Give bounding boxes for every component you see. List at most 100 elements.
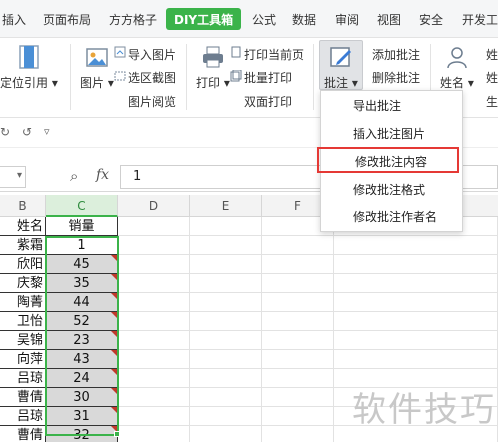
printer-icon[interactable] [200,44,226,70]
name-partial-3[interactable]: 生 [486,93,498,110]
cell-name[interactable]: 欣阳 [0,255,46,274]
cell-name[interactable]: 陶菁 [0,293,46,312]
cell-name[interactable]: 紫霜 [0,236,46,255]
import-picture-button[interactable]: 导入图片 [128,46,176,63]
cell-empty[interactable] [118,293,190,312]
cell-empty[interactable] [190,407,262,426]
cell-empty[interactable] [190,217,262,236]
cell-empty[interactable] [334,331,498,350]
magnifier-icon[interactable]: ⌕ [70,167,78,185]
cell-sales[interactable]: 35 [46,274,118,293]
print-current-page-button[interactable]: 打印当前页 [244,46,304,63]
name-box[interactable]: ▾ [0,166,26,188]
cell-sales[interactable]: 31 [46,407,118,426]
tab-security[interactable]: 安全 [419,11,443,28]
cell-sales[interactable]: 30 [46,388,118,407]
cell-empty[interactable] [262,274,334,293]
name-partial-1[interactable]: 姓 [486,46,498,63]
cell-empty[interactable] [190,388,262,407]
cell-empty[interactable] [334,293,498,312]
tab-view[interactable]: 视图 [377,11,401,28]
cell-empty[interactable] [262,255,334,274]
tab-page-layout[interactable]: 页面布局 [43,11,91,28]
redo-icon[interactable]: ↺ [22,125,32,139]
cell-empty[interactable] [190,236,262,255]
cell-empty[interactable] [190,331,262,350]
cell-name[interactable]: 曹倩 [0,426,46,442]
picture-browse-button[interactable]: 图片阅览 [128,93,176,110]
locate-ref-button[interactable]: 定位引用 ▾ [0,74,58,91]
column-header-e[interactable]: E [190,195,262,217]
cell-empty[interactable] [118,426,190,442]
name-button[interactable]: 姓名 ▾ [440,74,474,91]
cell-empty[interactable] [118,388,190,407]
add-comment-button[interactable]: 添加批注 [372,46,420,63]
cell-name[interactable]: 庆黎 [0,274,46,293]
cell-empty[interactable] [262,236,334,255]
cell-empty[interactable] [190,293,262,312]
customize-dropdown-icon[interactable]: ▿ [44,125,50,138]
cell-empty[interactable] [262,388,334,407]
tab-review[interactable]: 审阅 [335,11,359,28]
cell-empty[interactable] [334,312,498,331]
column-header-d[interactable]: D [118,195,190,217]
cell-empty[interactable] [262,350,334,369]
cell-empty[interactable] [190,274,262,293]
picture-button[interactable]: 图片 ▾ [80,74,114,91]
undo-icon[interactable]: ↻ [0,125,10,139]
print-button[interactable]: 打印 ▾ [196,74,230,91]
cell-sales[interactable]: 43 [46,350,118,369]
cell-empty[interactable] [118,369,190,388]
cell-name[interactable]: 吕琼 [0,407,46,426]
fx-button[interactable]: fx [96,167,109,183]
cell-empty[interactable] [334,255,498,274]
cell-empty[interactable] [262,331,334,350]
locate-ref-icon[interactable] [16,44,42,70]
menu-item-modify-comment-content[interactable]: 修改批注内容 [317,147,459,173]
menu-item-modify-comment-author[interactable]: 修改批注作者名 [321,204,462,230]
menu-item-insert-comment-picture[interactable]: 插入批注图片 [321,121,462,147]
cell-sales[interactable]: 24 [46,369,118,388]
tab-data[interactable]: 数据 [292,11,316,28]
cell-empty[interactable] [190,350,262,369]
person-icon[interactable] [444,44,470,70]
cell-empty[interactable] [118,350,190,369]
cell-sales[interactable]: 45 [46,255,118,274]
cell-name[interactable]: 卫怡 [0,312,46,331]
cell-sales[interactable]: 52 [46,312,118,331]
cell-name[interactable]: 吴锦 [0,331,46,350]
cell-name[interactable]: 向萍 [0,350,46,369]
cell-sales[interactable]: 1 [46,236,118,255]
cell-empty[interactable] [118,236,190,255]
fill-handle[interactable] [114,431,120,437]
column-header-c[interactable]: C [46,195,118,217]
cell-empty[interactable] [190,426,262,442]
delete-comment-button[interactable]: 删除批注 [372,69,420,86]
cell-empty[interactable] [118,217,190,236]
cell-sales[interactable]: 23 [46,331,118,350]
menu-item-export-comments[interactable]: 导出批注 [321,93,462,119]
cell-empty[interactable] [334,236,498,255]
cell-empty[interactable] [118,407,190,426]
cell-empty[interactable] [262,312,334,331]
cell-name[interactable]: 曹倩 [0,388,46,407]
cell-sales[interactable]: 44 [46,293,118,312]
cell-empty[interactable] [262,426,334,442]
cell-empty[interactable] [334,274,498,293]
cell-name[interactable]: 姓名 [0,217,46,236]
tab-developer[interactable]: 开发工 [462,11,498,28]
cell-empty[interactable] [118,255,190,274]
tab-diy-toolbox[interactable]: DIY工具箱 [166,8,242,30]
picture-icon[interactable] [84,44,110,70]
cell-empty[interactable] [118,312,190,331]
tab-formula[interactable]: 公式 [252,11,276,28]
cell-empty[interactable] [118,274,190,293]
name-partial-2[interactable]: 姓 [486,69,498,86]
cell-empty[interactable] [190,255,262,274]
cell-empty[interactable] [118,331,190,350]
cell-empty[interactable] [262,293,334,312]
select-area-screenshot-button[interactable]: 选区截图 [128,69,176,86]
menu-item-modify-comment-format[interactable]: 修改批注格式 [321,177,462,203]
cell-sales[interactable]: 32 [46,426,118,442]
cell-empty[interactable] [262,407,334,426]
